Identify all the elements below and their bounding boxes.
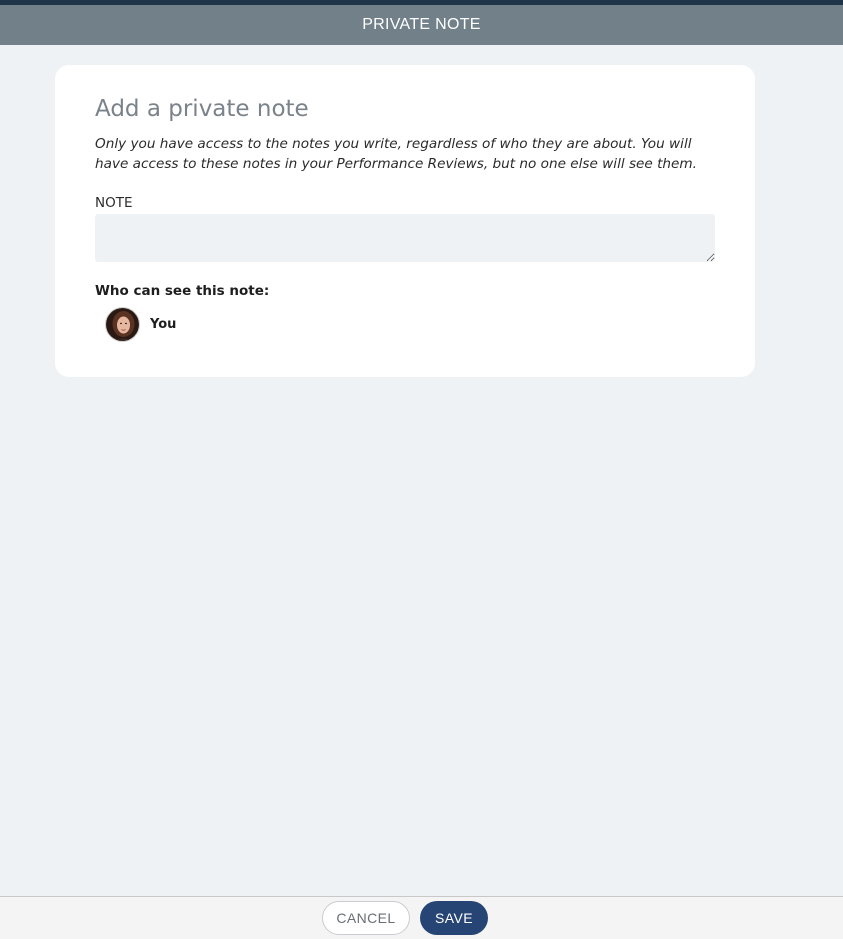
cancel-button[interactable]: CANCEL [322,901,410,935]
who-can-see-label: Who can see this note: [95,283,270,299]
card-description: Only you have access to the notes you wr… [95,136,697,172]
modal-title: PRIVATE NOTE [362,16,481,33]
footer-bar: CANCEL SAVE [0,896,843,939]
save-button[interactable]: SAVE [420,901,488,935]
user-avatar-icon [105,307,140,342]
note-card: Add a private note Only you have access … [55,65,755,377]
note-label: NOTE [95,195,133,211]
viewer-item: You [105,307,176,342]
note-textarea[interactable] [95,214,715,262]
viewer-name: You [150,317,177,332]
modal-header: PRIVATE NOTE [0,5,843,45]
card-title: Add a private note [95,96,309,122]
